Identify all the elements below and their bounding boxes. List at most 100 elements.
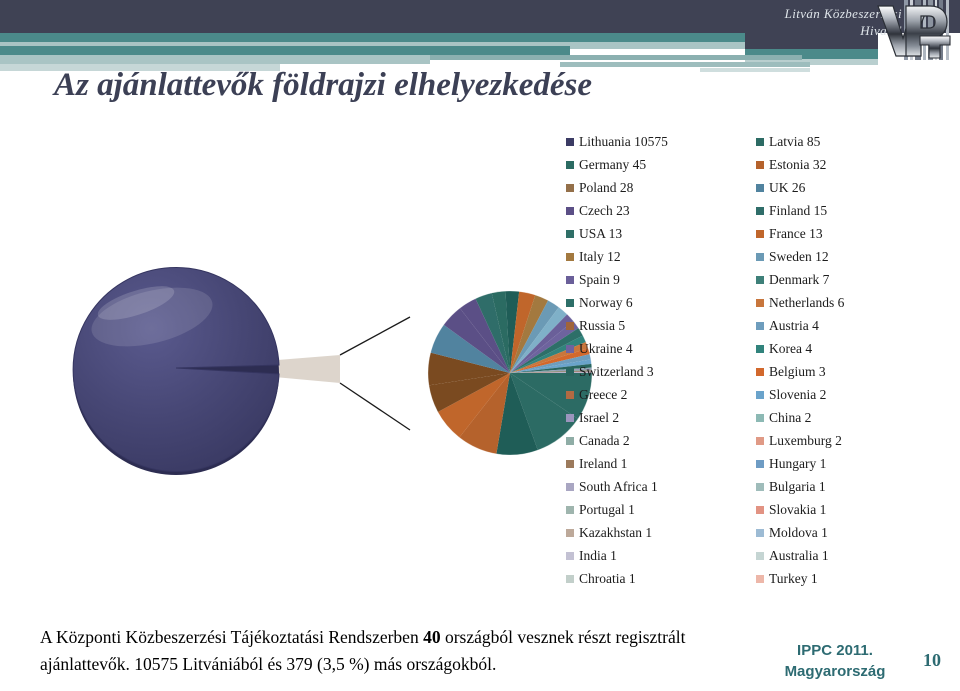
- legend-item[interactable]: South Africa 1: [566, 475, 756, 498]
- legend-item-label: Canada 2: [579, 433, 630, 448]
- legend-item[interactable]: Italy 12: [566, 245, 756, 268]
- legend-item[interactable]: Portugal 1: [566, 498, 756, 521]
- legend-item-label: China 2: [769, 410, 812, 425]
- legend-item[interactable]: Bulgaria 1: [756, 475, 946, 498]
- page-title: Az ajánlattevők földrajzi elhelyezkedése: [54, 67, 593, 104]
- legend-item[interactable]: Turkey 1: [756, 567, 946, 590]
- legend-item[interactable]: France 13: [756, 222, 946, 245]
- legend-swatch-icon: [566, 137, 574, 146]
- legend-swatch-icon: [756, 505, 764, 514]
- footnote-part-1: A Központi Közbeszerzési Tájékoztatási R…: [40, 626, 424, 647]
- legend-item-label: South Africa 1: [579, 479, 658, 494]
- slide-root: Litván Közbeszerzési Hivatal Az ajánlatt…: [0, 0, 960, 691]
- legend-item[interactable]: Germany 45: [566, 153, 756, 176]
- legend-item[interactable]: Lithuania 10575: [566, 130, 756, 153]
- legend-item-label: Luxemburg 2: [769, 433, 842, 448]
- legend-item[interactable]: Australia 1: [756, 544, 946, 567]
- legend-item[interactable]: Belgium 3: [756, 360, 946, 383]
- legend-item-label: Chroatia 1: [579, 571, 636, 586]
- legend-item[interactable]: China 2: [756, 406, 946, 429]
- legend-item-label: Estonia 32: [769, 157, 827, 172]
- legend-swatch-icon: [756, 321, 764, 330]
- legend-swatch-icon: [566, 367, 574, 376]
- legend-item-label: Slovenia 2: [769, 387, 827, 402]
- legend-item[interactable]: Slovakia 1: [756, 498, 946, 521]
- legend-item[interactable]: Israel 2: [566, 406, 756, 429]
- legend-item-label: Austria 4: [769, 318, 819, 333]
- legend-item[interactable]: Greece 2: [566, 383, 756, 406]
- legend-item-label: Switzerland 3: [579, 364, 654, 379]
- legend-item[interactable]: UK 26: [756, 176, 946, 199]
- pie-connector-line-bottom: [339, 382, 411, 431]
- legend-column-right: Latvia 85 Estonia 32 UK 26 Finland 15 France…: [756, 130, 946, 590]
- legend-swatch-icon: [566, 482, 574, 491]
- legend-item-label: UK 26: [769, 180, 806, 195]
- pie-of-pie-chart: [72, 267, 593, 475]
- legend-item[interactable]: Ireland 1: [566, 452, 756, 475]
- footnote-country-count: 40: [423, 626, 441, 647]
- legend-swatch-icon: [756, 436, 764, 445]
- legend-swatch-icon: [566, 574, 574, 583]
- legend-swatch-icon: [566, 436, 574, 445]
- legend-item[interactable]: Korea 4: [756, 337, 946, 360]
- legend-item[interactable]: Spain 9: [566, 268, 756, 291]
- legend-swatch-icon: [756, 252, 764, 261]
- legend-item[interactable]: Moldova 1: [756, 521, 946, 544]
- legend-item[interactable]: Ukraine 4: [566, 337, 756, 360]
- legend-item[interactable]: Canada 2: [566, 429, 756, 452]
- legend-item-label: Turkey 1: [769, 571, 818, 586]
- legend-swatch-icon: [756, 574, 764, 583]
- legend-item-label: Italy 12: [579, 249, 621, 264]
- legend-item[interactable]: Russia 5: [566, 314, 756, 337]
- legend-item[interactable]: Switzerland 3: [566, 360, 756, 383]
- legend-item[interactable]: Denmark 7: [756, 268, 946, 291]
- legend-swatch-icon: [756, 367, 764, 376]
- legend-item[interactable]: Finland 15: [756, 199, 946, 222]
- legend-item[interactable]: Hungary 1: [756, 452, 946, 475]
- legend-swatch-icon: [566, 160, 574, 169]
- legend-item[interactable]: Sweden 12: [756, 245, 946, 268]
- legend-swatch-icon: [566, 413, 574, 422]
- legend-item-label: Ireland 1: [579, 456, 628, 471]
- legend-item-label: Portugal 1: [579, 502, 635, 517]
- legend-swatch-icon: [756, 390, 764, 399]
- legend-item-label: Greece 2: [579, 387, 628, 402]
- legend-swatch-icon: [756, 482, 764, 491]
- legend-item[interactable]: Netherlands 6: [756, 291, 946, 314]
- legend-swatch-icon: [756, 298, 764, 307]
- legend-item[interactable]: Norway 6: [566, 291, 756, 314]
- pie-connector-line-top: [339, 316, 411, 356]
- legend-item-label: Hungary 1: [769, 456, 827, 471]
- legend-item-label: Netherlands 6: [769, 295, 845, 310]
- legend-item-label: Israel 2: [579, 410, 620, 425]
- legend-swatch-icon: [756, 413, 764, 422]
- legend-item-label: Moldova 1: [769, 525, 828, 540]
- legend-item[interactable]: Poland 28: [566, 176, 756, 199]
- legend-item[interactable]: India 1: [566, 544, 756, 567]
- header-teal-band: [0, 33, 745, 42]
- legend-item-label: Denmark 7: [769, 272, 830, 287]
- legend-item[interactable]: Latvia 85: [756, 130, 946, 153]
- legend-swatch-icon: [756, 459, 764, 468]
- legend-column-left: Lithuania 10575 Germany 45 Poland 28 Czech …: [566, 130, 756, 590]
- legend-item[interactable]: Luxemburg 2: [756, 429, 946, 452]
- legend-item[interactable]: Austria 4: [756, 314, 946, 337]
- legend-item[interactable]: Chroatia 1: [566, 567, 756, 590]
- legend-item[interactable]: Slovenia 2: [756, 383, 946, 406]
- conference-line-1: IPPC 2011.: [797, 642, 873, 659]
- legend-swatch-icon: [566, 298, 574, 307]
- legend-item[interactable]: USA 13: [566, 222, 756, 245]
- legend-item-label: India 1: [579, 548, 617, 563]
- legend-item[interactable]: Estonia 32: [756, 153, 946, 176]
- legend-swatch-icon: [566, 275, 574, 284]
- legend-swatch-icon: [756, 229, 764, 238]
- conference-label: IPPC 2011. Magyarország: [760, 640, 910, 682]
- legend-item-label: USA 13: [579, 226, 623, 241]
- legend-item[interactable]: Czech 23: [566, 199, 756, 222]
- legend-item[interactable]: Kazakhstan 1: [566, 521, 756, 544]
- legend-swatch-icon: [756, 275, 764, 284]
- page-number: 10: [923, 650, 941, 670]
- legend-item-label: Czech 23: [579, 203, 630, 218]
- legend-item-label: Latvia 85: [769, 134, 821, 149]
- legend-item-label: Norway 6: [579, 295, 633, 310]
